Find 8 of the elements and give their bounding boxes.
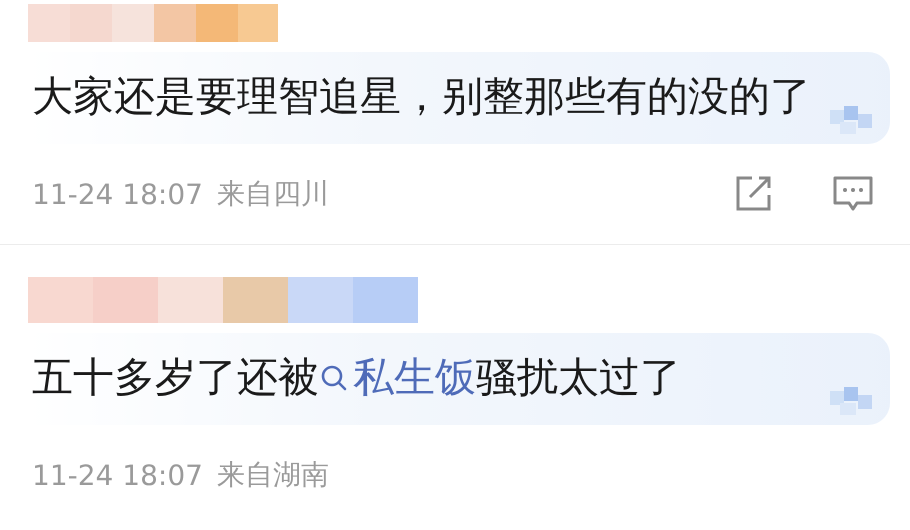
search-link[interactable]: 私生饭	[319, 353, 476, 401]
comment-location: 来自四川	[216, 176, 329, 212]
comment-location: 来自湖南	[216, 457, 329, 493]
comment-text: 大家还是要理智追星，别整那些有的没的了	[32, 71, 812, 122]
search-icon	[319, 363, 349, 393]
comment-time: 11-24 18:07	[32, 458, 203, 492]
comment-time: 11-24 18:07	[32, 178, 203, 210]
comment-text: 五十多岁了还被 私生饭骚扰太过了	[32, 352, 682, 403]
